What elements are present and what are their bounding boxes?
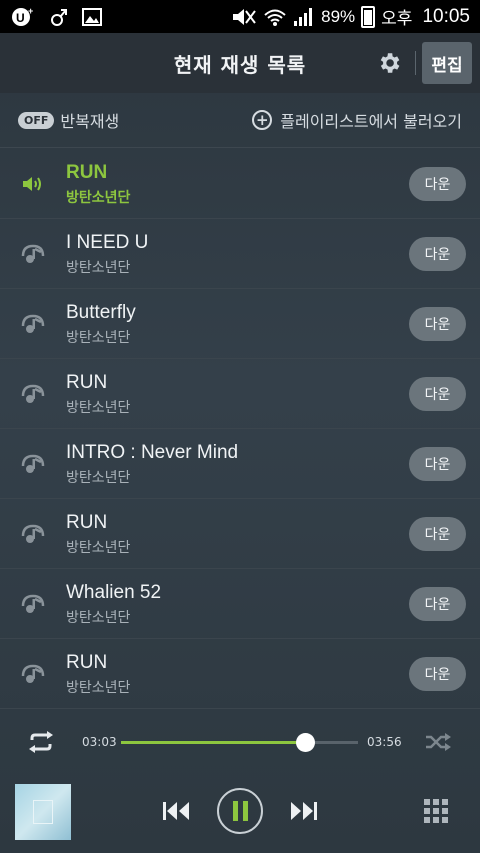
music-note-icon [21, 314, 45, 333]
shuffle-icon[interactable] [424, 732, 452, 752]
row-icon-wrap [0, 662, 66, 686]
seek-track[interactable] [121, 733, 358, 752]
row-icon-wrap [0, 522, 66, 546]
next-track-icon[interactable] [288, 800, 318, 822]
image-icon [82, 7, 102, 26]
music-note-icon [21, 594, 45, 613]
header-divider [415, 51, 416, 75]
row-icon-wrap [0, 382, 66, 406]
pause-bar-right [242, 801, 248, 821]
previous-track-icon[interactable] [162, 800, 192, 822]
playlist-row[interactable]: RUN 방탄소년단 다운 [0, 149, 480, 219]
row-icon-wrap [0, 242, 66, 266]
male-icon [51, 8, 67, 26]
speaker-playing-icon [23, 176, 41, 191]
add-circle-icon: + [252, 110, 273, 130]
repeat-label[interactable]: 반복재생 [60, 108, 119, 132]
status-time: 10:05 [422, 5, 470, 27]
playlist-row[interactable]: Whalien 52 방탄소년단 다운 [0, 569, 480, 639]
playlist-row[interactable]: RUN 방탄소년단 다운 [0, 499, 480, 569]
playlist-row[interactable]: INTRO : Never Mind 방탄소년단 다운 [0, 429, 480, 499]
total-time: 03:56 [367, 735, 402, 749]
battery-percent: 89% [321, 6, 356, 26]
row-icon-wrap [0, 174, 66, 194]
svg-text:U: U [16, 11, 25, 25]
header-bar: 현재 재생 목록 편집 [0, 33, 480, 93]
grid-menu-icon[interactable] [424, 799, 448, 823]
repeat-icon[interactable] [26, 730, 56, 754]
playlist: RUN 방탄소년단 다운 I NEED U 방탄소년단 다운 Butterfly 방탄소년단 다… [0, 149, 480, 709]
current-time: 03:03 [82, 735, 117, 749]
wifi-icon [264, 9, 286, 26]
row-icon-wrap [0, 452, 66, 476]
album-art[interactable] [15, 784, 71, 840]
album-art-frame [33, 800, 53, 824]
seek-thumb[interactable] [295, 733, 315, 752]
svg-text:+: + [28, 6, 33, 16]
signal-icon [294, 7, 313, 26]
gear-icon[interactable] [376, 50, 402, 76]
playlist-row[interactable]: RUN 방탄소년단 다운 [0, 359, 480, 429]
page-title: 현재 재생 목록 [173, 52, 307, 77]
pause-button[interactable] [217, 788, 263, 834]
u-plus-icon: U + [12, 6, 33, 26]
player-controls [0, 776, 480, 853]
load-playlist-label: 플레이리스트에서 불러오기 [280, 112, 462, 131]
download-button[interactable]: 다운 [409, 237, 466, 271]
music-note-icon [21, 384, 45, 403]
edit-button[interactable]: 편집 [422, 42, 472, 84]
download-button[interactable]: 다운 [409, 517, 466, 551]
download-button[interactable]: 다운 [409, 307, 466, 341]
options-row: OFF 반복재생 + 플레이리스트에서 불러오기 [0, 93, 480, 148]
app-root: U + 89% 오후 10:05 현재 재생 목록 편집 OFF 반복재생 + … [0, 0, 480, 853]
mute-icon [233, 8, 256, 25]
download-button[interactable]: 다운 [409, 167, 466, 201]
pause-bar-left [232, 801, 238, 821]
load-playlist-button[interactable]: + 플레이리스트에서 불러오기 [252, 108, 462, 132]
download-button[interactable]: 다운 [409, 587, 466, 621]
music-note-icon [21, 664, 45, 683]
progress-bar-area: 03:03 03:56 [0, 710, 480, 776]
download-button[interactable]: 다운 [409, 657, 466, 691]
playlist-row[interactable]: RUN 방탄소년단 다운 [0, 639, 480, 709]
row-icon-wrap [0, 312, 66, 336]
download-button[interactable]: 다운 [409, 377, 466, 411]
music-note-icon [21, 454, 45, 473]
seek-fill [121, 741, 305, 744]
music-note-icon [21, 244, 45, 263]
battery-icon [361, 5, 376, 28]
music-note-icon [21, 524, 45, 543]
row-icon-wrap [0, 592, 66, 616]
playlist-row[interactable]: Butterfly 방탄소년단 다운 [0, 289, 480, 359]
status-ampm: 오후 [381, 9, 413, 28]
download-button[interactable]: 다운 [409, 447, 466, 481]
repeat-toggle[interactable]: OFF [18, 111, 55, 129]
status-bar: U + 89% 오후 10:05 [0, 0, 480, 33]
playlist-row[interactable]: I NEED U 방탄소년단 다운 [0, 219, 480, 289]
